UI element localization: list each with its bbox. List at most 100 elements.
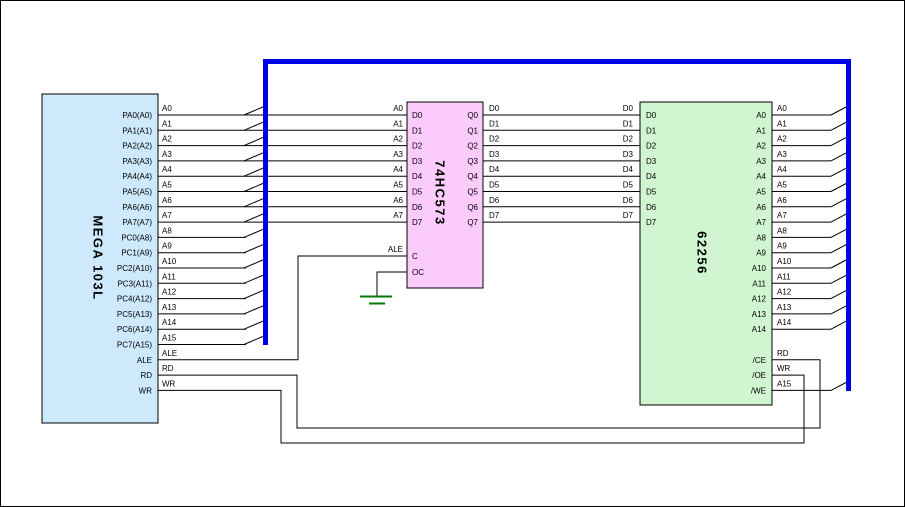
net-label: A2 bbox=[162, 135, 172, 144]
net-label: WR bbox=[777, 364, 791, 373]
pin-label: D1 bbox=[646, 126, 657, 135]
net-label: ALE bbox=[162, 349, 177, 358]
pin-label: A4 bbox=[756, 172, 766, 181]
pin-label: A0 bbox=[756, 111, 766, 120]
pin-label: Q7 bbox=[467, 218, 478, 227]
net-label: A5 bbox=[393, 181, 403, 190]
pin-label: D3 bbox=[412, 157, 423, 166]
net-label: A10 bbox=[162, 257, 177, 266]
pin-label: A3 bbox=[756, 157, 766, 166]
net-label: A10 bbox=[777, 257, 792, 266]
pin-label: D0 bbox=[412, 111, 423, 120]
net-label: D0 bbox=[489, 104, 500, 113]
net-label: D7 bbox=[623, 211, 634, 220]
pin-label: PC7(A15) bbox=[117, 341, 152, 350]
pin-label: A5 bbox=[756, 188, 766, 197]
pin-label: A11 bbox=[752, 279, 766, 288]
net-label: A13 bbox=[162, 303, 177, 312]
net-label: D5 bbox=[623, 181, 634, 190]
schematic-page: MEGA 103L 74HC573 62256 PA0(A0) PA1(A1) … bbox=[0, 0, 905, 507]
net-label: A15 bbox=[162, 334, 177, 343]
net-label: D6 bbox=[623, 196, 634, 205]
net-label: A14 bbox=[162, 318, 177, 327]
pin-label: OC bbox=[412, 268, 424, 277]
pin-label: D4 bbox=[646, 172, 657, 181]
chip-title-mega103l: MEGA 103L bbox=[91, 215, 106, 300]
net-label: A13 bbox=[777, 303, 792, 312]
net-label: A6 bbox=[393, 196, 403, 205]
net-label: A4 bbox=[393, 165, 403, 174]
pin-label: /OE bbox=[752, 371, 766, 380]
net-label: A11 bbox=[162, 272, 176, 281]
pin-label: PA0(A0) bbox=[122, 111, 152, 120]
pin-label: PC5(A13) bbox=[117, 310, 152, 319]
net-label: A7 bbox=[777, 211, 787, 220]
pin-label: PA2(A2) bbox=[122, 142, 152, 151]
pin-label: D7 bbox=[412, 218, 423, 227]
pin-label: ALE bbox=[137, 356, 152, 365]
net-label: A6 bbox=[777, 196, 787, 205]
pin-label: D5 bbox=[646, 188, 657, 197]
pin-label: D2 bbox=[646, 142, 657, 151]
bus-entry-diagonals-right bbox=[831, 107, 847, 330]
net-label: A0 bbox=[777, 104, 787, 113]
pin-label: PA5(A5) bbox=[122, 188, 152, 197]
pin-label: Q3 bbox=[467, 157, 478, 166]
pin-label: D7 bbox=[646, 218, 657, 227]
net-label: D4 bbox=[623, 165, 634, 174]
wire-sram-a0-a14 bbox=[772, 115, 831, 329]
pin-label: Q0 bbox=[467, 111, 478, 120]
pin-label: D0 bbox=[646, 111, 657, 120]
pin-label: Q4 bbox=[467, 172, 478, 181]
net-label: D1 bbox=[623, 119, 634, 128]
net-label: A4 bbox=[162, 165, 172, 174]
pin-label: PA3(A3) bbox=[122, 157, 152, 166]
pin-label: PA7(A7) bbox=[122, 218, 152, 227]
net-label: A0 bbox=[393, 104, 403, 113]
pin-label: /WE bbox=[751, 386, 766, 395]
net-label: A5 bbox=[777, 181, 787, 190]
ground-symbol bbox=[360, 297, 392, 304]
net-label: A2 bbox=[393, 135, 403, 144]
pin-label: PA4(A4) bbox=[122, 172, 152, 181]
wire-latch-to-sram-d0-d7 bbox=[483, 115, 640, 222]
net-label: A3 bbox=[777, 150, 787, 159]
net-label: A6 bbox=[162, 196, 172, 205]
bus-entry-diagonals-left bbox=[244, 107, 264, 345]
net-label: A3 bbox=[162, 150, 172, 159]
net-label: A7 bbox=[393, 211, 403, 220]
pin-label: PC0(A8) bbox=[121, 233, 152, 242]
pin-label: PA1(A1) bbox=[122, 126, 152, 135]
pin-label: C bbox=[412, 252, 418, 261]
chip-title-74hc573: 74HC573 bbox=[433, 160, 448, 225]
net-label: A5 bbox=[162, 181, 172, 190]
net-label: A3 bbox=[393, 150, 403, 159]
net-label: A12 bbox=[162, 288, 177, 297]
pin-label: D6 bbox=[646, 203, 657, 212]
pin-label: PC6(A14) bbox=[117, 325, 152, 334]
data-net-labels-right: D0 D1 D2 D3 D4 D5 D6 D7 bbox=[623, 104, 634, 220]
sram-net-labels: A0 A1 A2 A3 A4 A5 A6 A7 A8 A9 A10 A11 A1… bbox=[777, 104, 792, 388]
pin-label: RD bbox=[140, 371, 152, 380]
pin-label: D6 bbox=[412, 203, 423, 212]
net-label: A1 bbox=[777, 119, 787, 128]
pin-label: Q5 bbox=[467, 188, 478, 197]
pin-label: A13 bbox=[752, 310, 767, 319]
pin-label: PC1(A9) bbox=[121, 249, 152, 258]
net-label: D1 bbox=[489, 119, 500, 128]
pin-label: A9 bbox=[756, 249, 766, 258]
pin-label: A7 bbox=[756, 218, 766, 227]
pin-label: D3 bbox=[646, 157, 657, 166]
schematic-canvas: MEGA 103L 74HC573 62256 PA0(A0) PA1(A1) … bbox=[0, 0, 905, 507]
net-label: A14 bbox=[777, 318, 792, 327]
pin-label: Q2 bbox=[467, 142, 478, 151]
net-label: A1 bbox=[393, 119, 403, 128]
net-label: A9 bbox=[162, 242, 172, 251]
pin-label: PC4(A12) bbox=[117, 295, 152, 304]
net-label: RD bbox=[162, 364, 174, 373]
mega-net-labels: A0 A1 A2 A3 A4 A5 A6 A7 A8 A9 A10 A11 A1… bbox=[162, 104, 177, 388]
pin-label: A8 bbox=[756, 233, 766, 242]
net-label: D7 bbox=[489, 211, 500, 220]
chip-title-62256: 62256 bbox=[695, 231, 710, 275]
pin-label: WR bbox=[139, 386, 153, 395]
